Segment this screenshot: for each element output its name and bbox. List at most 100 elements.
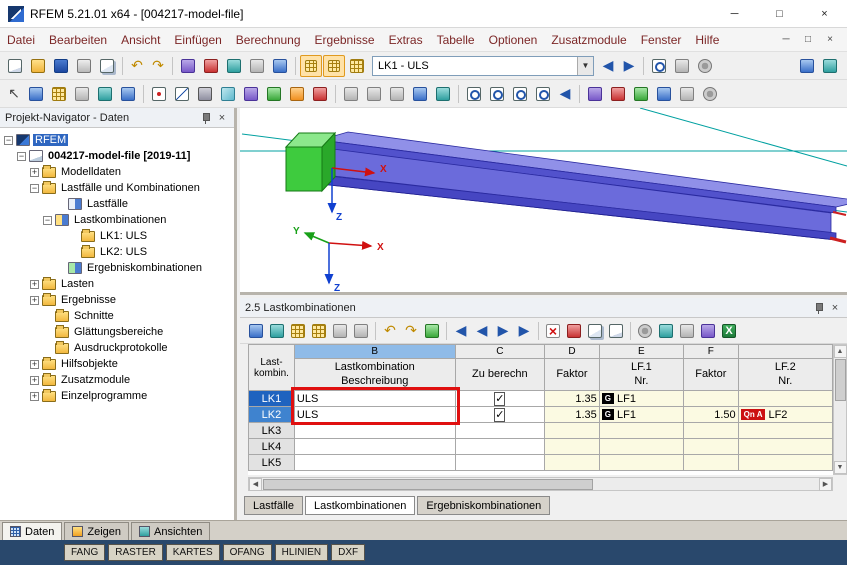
link-model-icon[interactable] [269,55,291,77]
pin-icon[interactable] [199,111,211,125]
cell-lk5-zu-berechnen[interactable] [454,454,546,471]
tree-item-rfem[interactable]: − RFEM [0,132,234,148]
mdi-restore-button[interactable]: □ [797,31,819,49]
redo-icon[interactable]: ↷ [148,55,168,77]
column-letter-d[interactable]: D [544,344,600,359]
cell-lk3-beschreibung[interactable] [293,422,456,439]
cell-lk5-lf1-faktor[interactable] [544,454,600,471]
view-settings-icon[interactable] [635,321,655,341]
cell-lk3-zu-berechnen[interactable] [454,422,546,439]
cell-lk5-beschreibung[interactable] [293,454,456,471]
menu-hilfe[interactable]: Hilfe [688,28,726,51]
page-setup-icon[interactable] [246,55,268,77]
scroll-left-icon[interactable]: ◀ [249,477,262,491]
perspective-icon[interactable] [676,83,698,105]
cell-lk3-lf2-nr[interactable] [737,422,833,439]
insert-row-icon[interactable] [288,321,308,341]
cell-lk5-lf1-nr[interactable] [598,454,684,471]
copy-row-icon[interactable] [585,321,605,341]
zoom-window-icon[interactable] [463,83,485,105]
cell-lk4-beschreibung[interactable] [293,438,456,455]
new-file-icon[interactable] [4,55,26,77]
guidelines-icon[interactable] [94,83,116,105]
view-x-icon[interactable] [607,83,629,105]
previous-loadcase-icon[interactable]: ◀ [598,55,618,77]
cell-lk2-lf2-nr[interactable]: Qn A LF2 [737,406,833,423]
new-load-icon[interactable] [309,83,331,105]
cell-lk3-lf1-nr[interactable] [598,422,684,439]
cell-lk1-lf2-faktor[interactable] [682,390,739,407]
tree-item-lastfaelle-und-kombinationen[interactable]: − Lastfälle und Kombinationen [0,180,234,196]
row-header-lk3[interactable]: LK3 [248,422,295,439]
column-letter-e[interactable]: E [598,344,684,359]
loadcase-combo[interactable]: LK1 - ULS ▼ [372,55,594,76]
expand-icon[interactable]: + [30,359,39,369]
isometric-view-icon[interactable] [584,83,606,105]
tree-item-ergebniskombinationen[interactable]: Ergebniskombinationen [0,260,234,276]
toggle-kartes[interactable]: KARTES [165,544,220,561]
mdi-close-button[interactable]: × [819,31,841,49]
cell-lk4-lf2-faktor[interactable] [682,438,739,455]
cell-lk1-lf1-faktor[interactable]: 1.35 [544,390,600,407]
import-table-icon[interactable] [351,321,371,341]
cell-lk2-lf1-nr[interactable]: G LF1 [598,406,684,423]
zoom-out-icon[interactable] [509,83,531,105]
cell-lk4-lf1-nr[interactable] [598,438,684,455]
mdi-minimize-button[interactable]: ─ [775,31,797,49]
open-file-icon[interactable] [27,55,49,77]
next-loadcase-icon[interactable]: ▶ [619,55,639,77]
viewport-3d[interactable]: X Z Y X Z [240,107,847,295]
help-icon[interactable] [819,55,841,77]
show-tables-icon[interactable] [300,54,322,77]
tree-item-lastkombinationen[interactable]: − Lastkombinationen [0,212,234,228]
scroll-down-icon[interactable]: ▼ [833,461,847,474]
cell-lk4-lf1-faktor[interactable] [544,438,600,455]
menu-zusatzmodule[interactable]: Zusatzmodule [544,28,633,51]
scrollbar-thumb[interactable] [834,359,846,401]
scrollbar-thumb[interactable] [263,478,593,490]
display-options-icon[interactable] [699,83,721,105]
paste-row-icon[interactable] [606,321,626,341]
move-copy-icon[interactable] [340,83,362,105]
menu-einfuegen[interactable]: Einfügen [167,28,228,51]
menu-ergebnisse[interactable]: Ergebnisse [308,28,382,51]
show-loads-icon[interactable] [200,55,222,77]
row-header-lk2[interactable]: LK2 [248,406,295,423]
snap-icon[interactable] [25,83,47,105]
new-line-icon[interactable] [171,83,193,105]
table-filter-icon[interactable] [656,321,676,341]
cell-lk4-lf2-nr[interactable] [737,438,833,455]
toggle-ofang[interactable]: OFANG [222,544,272,561]
show-supports-icon[interactable] [223,55,245,77]
ortho-mode-icon[interactable] [71,83,93,105]
tree-item-ergebnisse[interactable]: + Ergebnisse [0,292,234,308]
tab-ergebniskombinationen[interactable]: Ergebniskombinationen [417,496,551,515]
table-panel-close-icon[interactable]: × [828,301,842,315]
column-letter-c[interactable]: C [454,344,546,359]
save-file-icon[interactable] [50,55,72,77]
tree-item-lk2-uls[interactable]: LK2: ULS [0,244,234,260]
view-z-icon[interactable] [653,83,675,105]
beam-member[interactable] [319,131,847,241]
fill-down-icon[interactable] [330,321,350,341]
tree-item-ausdruckprotokolle[interactable]: Ausdruckprotokolle [0,340,234,356]
render-mode-icon[interactable] [177,55,199,77]
jump-to-graphic-icon[interactable] [267,321,287,341]
tree-item-glaettungsbereiche[interactable]: Glättungsbereiche [0,324,234,340]
tree-item-zusatzmodule[interactable]: + Zusatzmodule [0,372,234,388]
panel-toggle-icon[interactable] [796,55,818,77]
cell-lk2-lf1-faktor[interactable]: 1.35 [544,406,600,423]
toggle-dxf[interactable]: DXF [331,544,366,561]
menu-extras[interactable]: Extras [382,28,430,51]
calculator-icon[interactable] [677,321,697,341]
cell-lk2-zu-berechnen[interactable]: ✓ [454,406,546,423]
first-row-icon[interactable]: ◀ [451,320,471,342]
collapse-icon[interactable]: − [43,215,52,225]
cell-lk5-lf2-nr[interactable] [737,454,833,471]
menu-ansicht[interactable]: Ansicht [114,28,167,51]
minimize-button[interactable]: ─ [712,0,757,27]
column-letter-g[interactable] [737,344,833,359]
expand-icon[interactable]: + [30,295,39,305]
toggle-hlinien[interactable]: HLINIEN [274,544,329,561]
next-row-icon[interactable]: ▶ [493,320,513,342]
